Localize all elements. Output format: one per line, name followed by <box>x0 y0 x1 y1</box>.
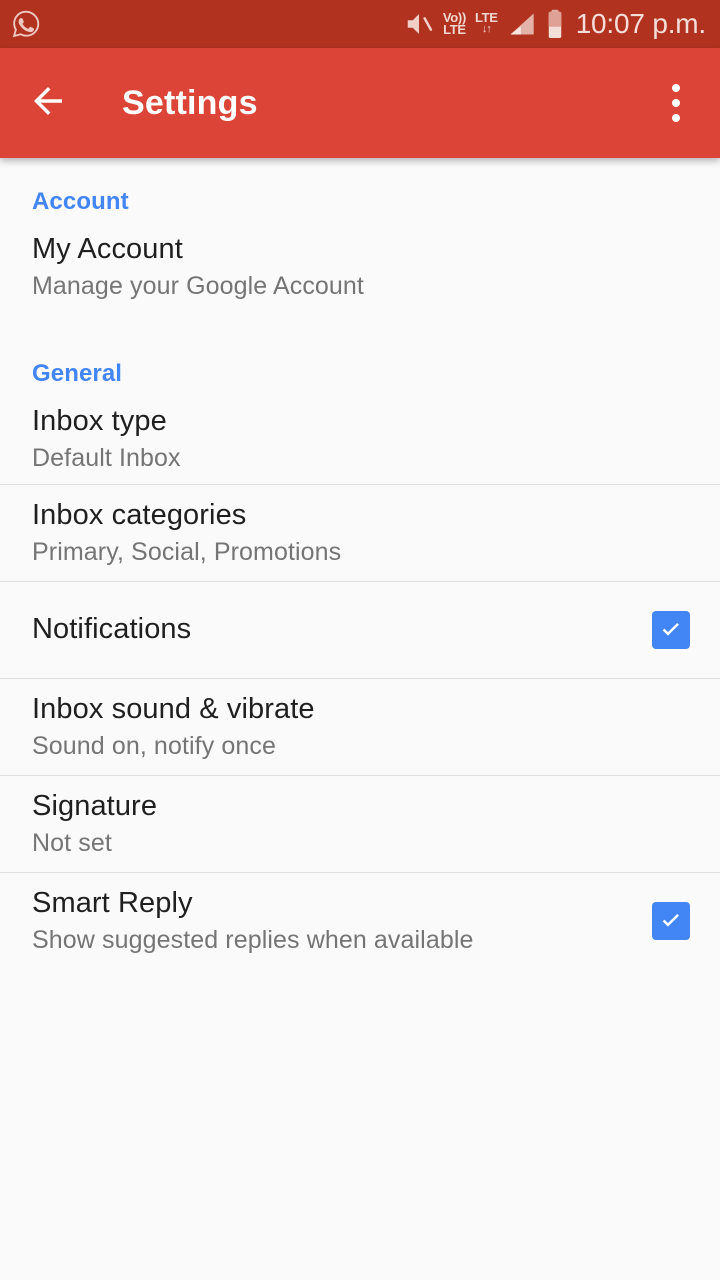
row-title: Signature <box>32 789 158 822</box>
row-title: Inbox type <box>32 404 167 437</box>
status-bar-clock: 10:07 p.m. <box>575 8 707 39</box>
row-text: Inbox type Default Inbox <box>32 404 690 475</box>
row-title: Inbox categories <box>32 498 247 531</box>
settings-row-inbox-sound-vibrate[interactable]: Inbox sound & vibrate Sound on, notify o… <box>0 679 720 775</box>
notifications-checkbox[interactable] <box>652 611 690 649</box>
whatsapp-icon <box>10 8 42 40</box>
row-text: Inbox categories Primary, Social, Promot… <box>32 498 690 569</box>
settings-row-inbox-categories[interactable]: Inbox categories Primary, Social, Promot… <box>0 485 720 581</box>
overflow-menu-button[interactable] <box>654 75 698 131</box>
row-subtitle: Sound on, notify once <box>32 731 276 760</box>
signal-bars-icon <box>507 10 537 38</box>
overflow-menu-icon <box>672 99 680 107</box>
lte-data-icon: LTE ↓↑ <box>474 9 498 36</box>
checkmark-icon <box>658 617 684 643</box>
row-text: Inbox sound & vibrate Sound on, notify o… <box>32 692 690 763</box>
row-title: Notifications <box>32 613 192 646</box>
row-text: Signature Not set <box>32 789 690 860</box>
back-button[interactable] <box>26 81 70 125</box>
row-subtitle: Default Inbox <box>32 443 181 472</box>
overflow-menu-icon <box>672 84 680 92</box>
smart-reply-checkbox[interactable] <box>652 902 690 940</box>
volte-icon: Vo)) LTE <box>442 9 466 37</box>
settings-row-my-account[interactable]: My Account Manage your Google Account <box>0 216 720 312</box>
overflow-menu-icon <box>672 114 680 122</box>
status-bar: Vo)) LTE LTE ↓↑ 10:07 p.m. <box>0 0 720 48</box>
settings-screen: Vo)) LTE LTE ↓↑ 10:07 p.m. Settings Acco… <box>0 0 720 1280</box>
section-header-general: General <box>32 360 123 387</box>
row-text: Smart Reply Show suggested replies when … <box>32 886 652 957</box>
settings-row-signature[interactable]: Signature Not set <box>0 776 720 872</box>
settings-row-notifications[interactable]: Notifications <box>0 582 720 678</box>
row-title: Inbox sound & vibrate <box>32 692 315 725</box>
volume-mute-icon <box>404 9 434 39</box>
row-title: Smart Reply <box>32 886 193 919</box>
checkmark-icon <box>658 908 684 934</box>
settings-row-smart-reply[interactable]: Smart Reply Show suggested replies when … <box>0 873 720 969</box>
section-header-account: Account <box>32 188 129 215</box>
settings-row-inbox-type[interactable]: Inbox type Default Inbox <box>0 388 720 484</box>
row-subtitle: Manage your Google Account <box>32 271 364 300</box>
battery-icon <box>546 9 564 39</box>
status-bar-system-icons: Vo)) LTE LTE ↓↑ 10:07 p.m. <box>404 8 706 40</box>
page-title: Settings <box>122 83 258 122</box>
row-title: My Account <box>32 232 183 265</box>
status-bar-notifications <box>10 8 42 40</box>
row-text: My Account Manage your Google Account <box>32 232 690 303</box>
back-arrow-icon <box>27 80 69 127</box>
row-subtitle: Show suggested replies when available <box>32 925 474 954</box>
row-subtitle: Not set <box>32 828 112 857</box>
app-bar: Settings <box>0 48 720 158</box>
settings-list: Account My Account Manage your Google Ac… <box>0 158 720 1180</box>
row-text: Notifications <box>32 612 652 647</box>
row-subtitle: Primary, Social, Promotions <box>32 537 342 566</box>
